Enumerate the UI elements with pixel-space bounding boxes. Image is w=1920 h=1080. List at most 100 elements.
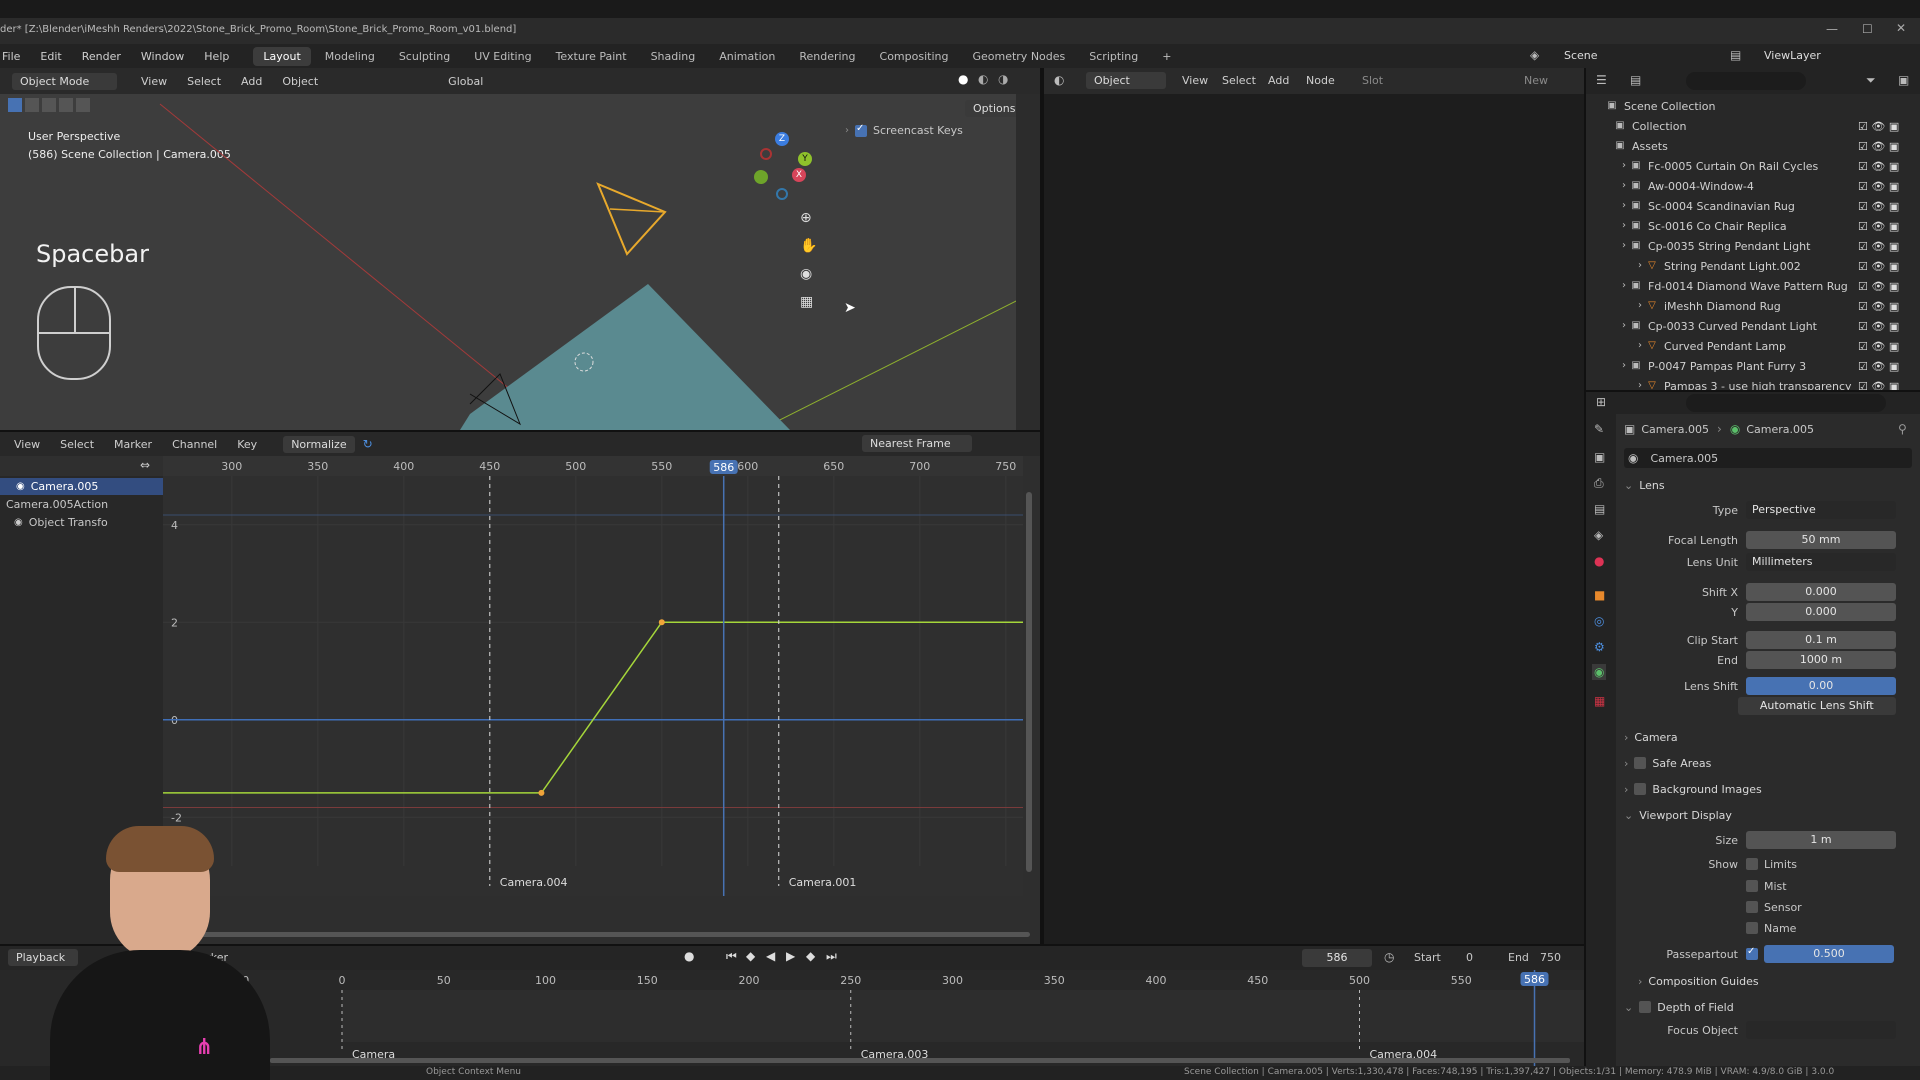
- disclosure-icon[interactable]: ›: [1618, 240, 1630, 252]
- camera-panel-header[interactable]: › Camera: [1616, 726, 1896, 748]
- display-size-field[interactable]: 1 m: [1746, 831, 1896, 849]
- disclosure-icon[interactable]: ›: [1618, 200, 1630, 212]
- 3d-viewport[interactable]: Object Mode View Select Add Object Globa…: [0, 68, 1040, 430]
- render-tab-icon[interactable]: ▣: [1594, 450, 1605, 464]
- navigation-gizmo[interactable]: Z Y X: [750, 128, 820, 200]
- datablock-selector[interactable]: ◉ Camera.005: [1624, 448, 1912, 468]
- visibility-toggles[interactable]: ☑ 👁 ▣: [1858, 180, 1899, 193]
- close-icon[interactable]: ✕: [1896, 21, 1906, 35]
- record-button[interactable]: ●: [684, 949, 694, 963]
- outliner-search-input[interactable]: [1686, 72, 1806, 90]
- tab-sculpting[interactable]: Sculpting: [389, 47, 460, 66]
- jump-start-icon[interactable]: ⏮: [726, 949, 737, 964]
- outliner-item[interactable]: › ▣ Fd-0014 Diamond Wave Pattern Rug ☑ 👁 ▣: [1586, 276, 1920, 296]
- graph-plot[interactable]: 300350400450500550600650700750420-2Camer…: [163, 456, 1030, 896]
- lens-shift-field[interactable]: 0.00: [1746, 677, 1896, 695]
- auto-lens-shift-button[interactable]: Automatic Lens Shift: [1737, 697, 1896, 715]
- menu-render[interactable]: Render: [82, 50, 121, 63]
- current-frame-field[interactable]: 586: [1302, 949, 1372, 967]
- disclosure-icon[interactable]: ›: [1618, 360, 1630, 372]
- camera-view-icon[interactable]: ◉: [800, 266, 812, 282]
- graph-scrollbar[interactable]: [1026, 492, 1032, 872]
- menu-edit[interactable]: Edit: [40, 50, 61, 63]
- disclosure-icon[interactable]: [1602, 140, 1614, 152]
- outliner-filter-icon[interactable]: ⏷: [1866, 73, 1876, 88]
- editor-type-icon[interactable]: ◐: [1054, 73, 1064, 87]
- graph-menu-view[interactable]: View: [14, 438, 40, 451]
- node-menu-select[interactable]: Select: [1222, 74, 1256, 87]
- clip-start-field[interactable]: 0.1 m: [1746, 631, 1896, 649]
- properties-search-input[interactable]: [1686, 394, 1886, 412]
- tab-uv-editing[interactable]: UV Editing: [464, 47, 541, 66]
- background-images-panel-header[interactable]: › Background Images: [1616, 778, 1896, 800]
- outliner-item[interactable]: › ▣ Sc-0004 Scandinavian Rug ☑ 👁 ▣: [1586, 196, 1920, 216]
- lens-panel-header[interactable]: ⌄ Lens: [1616, 474, 1896, 496]
- outliner-scene-collection[interactable]: ▣ Scene Collection: [1586, 96, 1920, 116]
- tab-modeling[interactable]: Modeling: [315, 47, 385, 66]
- node-menu-add[interactable]: Add: [1268, 74, 1289, 87]
- shading-solid-icon[interactable]: ●: [958, 72, 968, 86]
- play-reverse-icon[interactable]: ◀: [766, 949, 775, 963]
- output-tab-icon[interactable]: ⎙: [1594, 476, 1604, 491]
- composition-guides-panel-header[interactable]: › Composition Guides: [1616, 970, 1896, 992]
- focal-length-field[interactable]: 50 mm: [1746, 531, 1896, 549]
- lens-unit-dropdown[interactable]: Millimeters: [1746, 553, 1896, 571]
- jump-end-icon[interactable]: ⏭: [826, 949, 837, 964]
- graph-menu-select[interactable]: Select: [60, 438, 94, 451]
- visibility-toggles[interactable]: ☑ 👁 ▣: [1858, 220, 1899, 233]
- tab-rendering[interactable]: Rendering: [789, 47, 865, 66]
- play-icon[interactable]: ▶: [786, 949, 795, 963]
- maximize-icon[interactable]: ☐: [1862, 22, 1873, 36]
- node-menu-view[interactable]: View: [1182, 74, 1208, 87]
- pan-hand-icon[interactable]: ✋: [800, 238, 817, 254]
- tab-compositing[interactable]: Compositing: [870, 47, 959, 66]
- view-layer-selector[interactable]: ViewLayer: [1764, 49, 1821, 62]
- visibility-toggles[interactable]: ☑ 👁 ▣: [1858, 120, 1899, 133]
- channel-row[interactable]: ◉ Camera.005: [0, 478, 163, 495]
- passepartout-slider[interactable]: 0.500: [1764, 945, 1894, 963]
- tab-layout[interactable]: Layout: [253, 46, 311, 66]
- pin-icon[interactable]: ⚲: [1898, 422, 1907, 436]
- add-workspace-icon[interactable]: +: [1152, 47, 1181, 66]
- viewport-menu-add[interactable]: Add: [241, 75, 262, 88]
- disclosure-icon[interactable]: ›: [1618, 280, 1630, 292]
- visibility-toggles[interactable]: ☑ 👁 ▣: [1858, 260, 1899, 273]
- channel-view-all-icon[interactable]: ⇔: [140, 458, 150, 472]
- outliner-display-icon[interactable]: ▤: [1630, 73, 1641, 87]
- shading-rendered-icon[interactable]: ◑: [998, 72, 1008, 86]
- auto-normalize-icon[interactable]: ↻: [363, 437, 373, 451]
- graph-h-scrollbar[interactable]: [200, 932, 1030, 937]
- menu-file[interactable]: File: [2, 50, 20, 63]
- name-checkbox[interactable]: [1746, 922, 1758, 934]
- visibility-toggles[interactable]: ☑ 👁 ▣: [1858, 280, 1899, 293]
- outliner-item[interactable]: › ▣ Fc-0005 Curtain On Rail Cycles ☑ 👁 ▣: [1586, 156, 1920, 176]
- outliner-item[interactable]: ▣ Collection ☑ 👁 ▣: [1586, 116, 1920, 136]
- grid-view-icon[interactable]: ▦: [800, 294, 813, 310]
- new-material-button[interactable]: New: [1524, 74, 1548, 87]
- tab-texture-paint[interactable]: Texture Paint: [546, 47, 637, 66]
- outliner-item[interactable]: › ▣ Cp-0035 String Pendant Light ☑ 👁 ▣: [1586, 236, 1920, 256]
- outliner-item[interactable]: › ▣ Cp-0033 Curved Pendant Light ☑ 👁 ▣: [1586, 316, 1920, 336]
- disclosure-icon[interactable]: [1602, 120, 1614, 132]
- graph-menu-key[interactable]: Key: [237, 438, 257, 451]
- disclosure-icon[interactable]: ›: [1634, 300, 1646, 312]
- outliner-item[interactable]: › ▣ Aw-0004-Window-4 ☑ 👁 ▣: [1586, 176, 1920, 196]
- next-keyframe-icon[interactable]: ◆: [806, 949, 815, 963]
- outliner-item[interactable]: › ▽ String Pendant Light.002 ☑ 👁 ▣: [1586, 256, 1920, 276]
- mist-checkbox[interactable]: [1746, 880, 1758, 892]
- visibility-toggles[interactable]: ☑ 👁 ▣: [1858, 320, 1899, 333]
- prev-keyframe-icon[interactable]: ◆: [746, 949, 755, 963]
- slot-selector[interactable]: Slot: [1362, 74, 1383, 87]
- view-layer-tab-icon[interactable]: ▤: [1594, 502, 1605, 516]
- zoom-icon[interactable]: ⊕: [800, 210, 812, 226]
- snap-mode-selector[interactable]: Nearest Frame: [862, 435, 972, 452]
- outliner-item[interactable]: › ▽ Pampas 3 - use high transparency ☑ 👁 ▣: [1586, 376, 1920, 391]
- disclosure-icon[interactable]: ›: [1634, 380, 1646, 390]
- disclosure-icon[interactable]: ›: [1618, 180, 1630, 192]
- disclosure-icon[interactable]: ›: [1634, 340, 1646, 352]
- outliner-new-collection-icon[interactable]: ▣: [1898, 73, 1909, 87]
- visibility-toggles[interactable]: ☑ 👁 ▣: [1858, 140, 1899, 153]
- disclosure-icon[interactable]: ›: [1618, 320, 1630, 332]
- normalize-toggle[interactable]: Normalize: [283, 435, 355, 453]
- menu-window[interactable]: Window: [141, 50, 184, 63]
